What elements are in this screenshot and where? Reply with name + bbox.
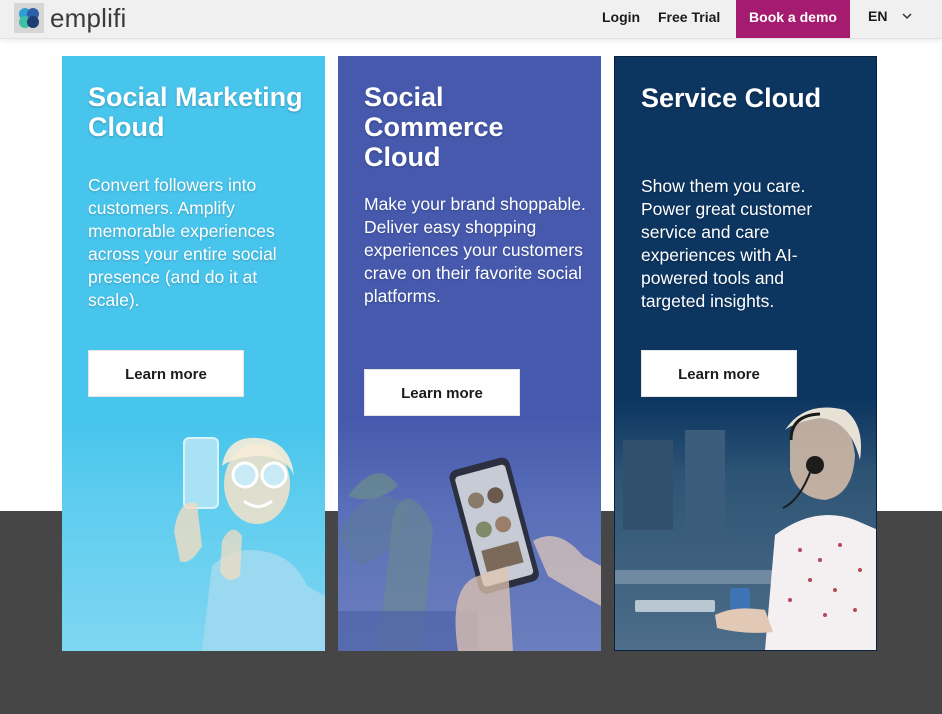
free-trial-link[interactable]: Free Trial bbox=[658, 0, 720, 38]
woman-selfie-image bbox=[62, 426, 325, 651]
card-title: Social Commerce Cloud bbox=[364, 82, 504, 172]
learn-more-button[interactable]: Learn more bbox=[641, 350, 797, 397]
card-title: Social Marketing Cloud bbox=[88, 82, 303, 142]
logo[interactable]: emplifi bbox=[14, 3, 127, 33]
book-demo-button[interactable]: Book a demo bbox=[736, 0, 850, 38]
emplifi-logo-icon bbox=[14, 3, 44, 33]
phone-shopping-image bbox=[338, 416, 601, 651]
learn-more-button[interactable]: Learn more bbox=[364, 369, 520, 416]
language-selector[interactable]: EN bbox=[868, 0, 887, 38]
login-link[interactable]: Login bbox=[602, 0, 640, 38]
site-header: emplifi Login Free Trial Book a demo EN bbox=[0, 0, 942, 39]
card-description: Convert followers into customers. Amplif… bbox=[88, 175, 277, 310]
support-agent-image bbox=[615, 400, 876, 650]
card-social-marketing-cloud: Social Marketing Cloud Convert followers… bbox=[62, 56, 325, 651]
card-title: Service Cloud bbox=[641, 83, 822, 113]
learn-more-button[interactable]: Learn more bbox=[88, 350, 244, 397]
card-service-cloud: Service Cloud Show them you care. Power … bbox=[614, 56, 877, 651]
chevron-down-icon[interactable] bbox=[901, 9, 913, 21]
card-description: Make your brand shoppable. Deliver easy … bbox=[364, 194, 586, 306]
logo-text: emplifi bbox=[50, 3, 127, 33]
card-description: Show them you care. Power great customer… bbox=[641, 176, 813, 311]
card-social-commerce-cloud: Social Commerce Cloud Make your brand sh… bbox=[338, 56, 601, 651]
